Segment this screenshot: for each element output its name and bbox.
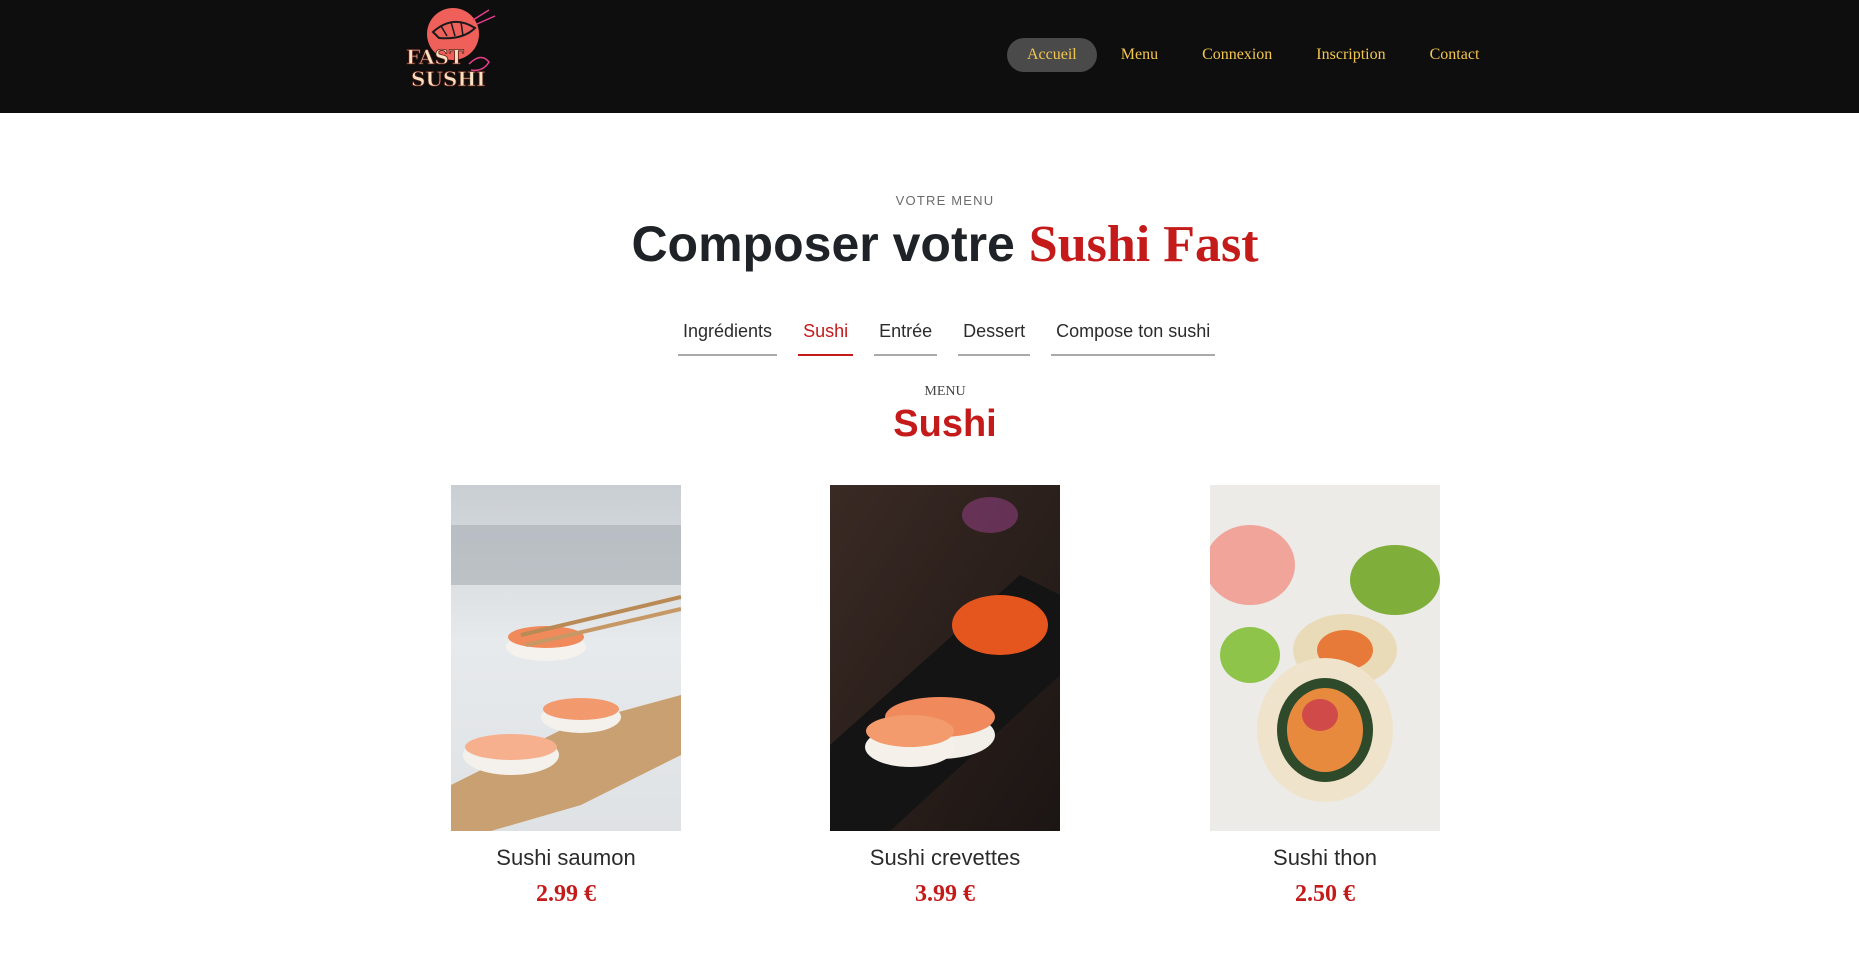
tuna-maki-photo <box>1210 485 1440 831</box>
page-title-accent: Sushi Fast <box>1028 216 1259 273</box>
tab-sushi[interactable]: Sushi <box>798 318 854 356</box>
product-name: Sushi thon <box>1273 845 1377 870</box>
category-tabs: Ingrédients Sushi Entrée Dessert Compose… <box>678 318 1236 356</box>
product-price: 3.99 € <box>915 881 975 907</box>
tab-entree[interactable]: Entrée <box>874 318 938 356</box>
product-price: 2.50 € <box>1295 881 1355 907</box>
tab-ingredients[interactable]: Ingrédients <box>678 318 778 356</box>
site-header: FAST SUSHI Accueil Menu Connexion Inscri… <box>0 0 1859 113</box>
salmon-nigiri-photo <box>451 485 681 831</box>
shrimp-nigiri-photo <box>830 485 1060 831</box>
nav-menu[interactable]: Menu <box>1101 38 1178 72</box>
product-card[interactable]: Sushi saumon 2.99 € <box>451 485 681 908</box>
product-name: Sushi saumon <box>496 845 636 870</box>
menu-eyebrow: VOTRE MENU <box>895 193 995 208</box>
product-price: 2.99 € <box>536 881 596 907</box>
nav-connexion[interactable]: Connexion <box>1182 38 1292 72</box>
fast-sushi-logo[interactable]: FAST SUSHI <box>403 6 499 92</box>
page-title: Composer votre Sushi Fast <box>0 215 1859 274</box>
section-eyebrow: MENU <box>924 384 966 399</box>
nav-inscription[interactable]: Inscription <box>1296 38 1405 72</box>
tab-dessert[interactable]: Dessert <box>958 318 1031 356</box>
page-title-plain: Composer votre <box>631 216 1015 272</box>
product-name: Sushi crevettes <box>869 845 1021 870</box>
main-nav: Accueil Menu Connexion Inscription Conta… <box>1007 38 1503 72</box>
tab-compose-ton-sushi[interactable]: Compose ton sushi <box>1051 318 1216 356</box>
product-card[interactable]: Sushi crevettes 3.99 € <box>830 485 1060 908</box>
logo-text-fast: FAST <box>406 45 464 69</box>
nav-accueil[interactable]: Accueil <box>1007 38 1097 72</box>
section-title: Sushi <box>893 403 997 445</box>
nav-contact[interactable]: Contact <box>1410 38 1500 72</box>
product-card[interactable]: Sushi thon 2.50 € <box>1210 485 1440 908</box>
